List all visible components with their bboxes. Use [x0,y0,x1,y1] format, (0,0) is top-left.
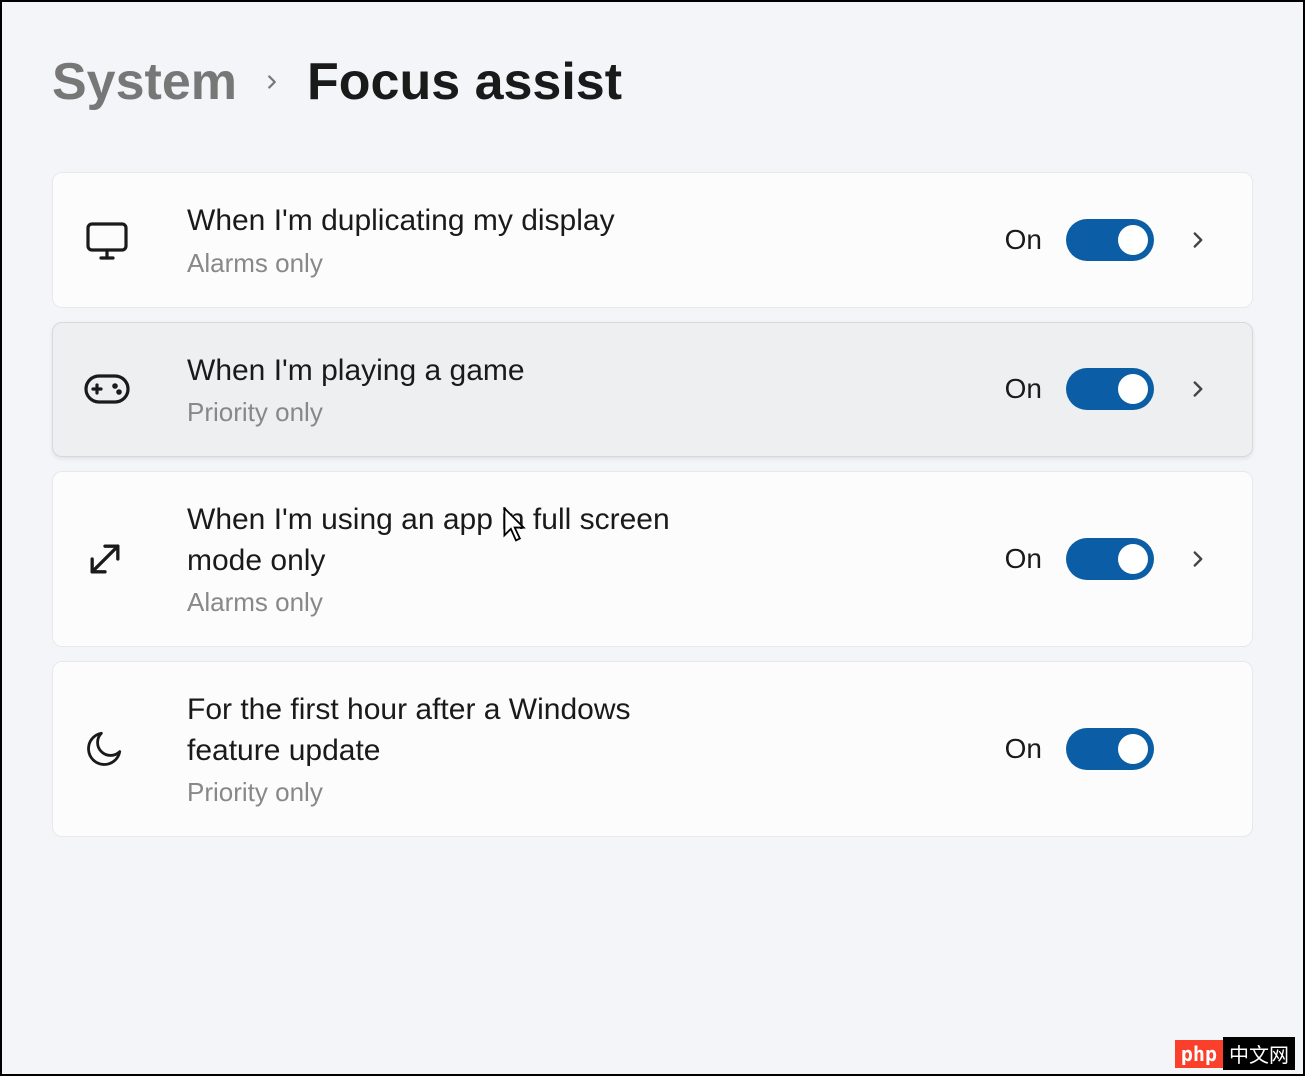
setting-subtitle: Priority only [187,777,985,808]
watermark-right: 中文网 [1223,1037,1295,1070]
setting-row-fullscreen-app[interactable]: When I'm using an app in full screen mod… [52,471,1253,647]
watermark: php 中文网 [1175,1037,1295,1070]
fullscreen-icon [83,537,139,581]
setting-subtitle: Priority only [187,397,985,428]
breadcrumb: System Focus assist [52,52,1253,112]
settings-list: When I'm duplicating my display Alarms o… [52,172,1253,837]
toggle-state-label: On [1005,733,1042,765]
expand-chevron-icon[interactable] [1178,227,1218,253]
setting-title: When I'm duplicating my display [187,201,707,242]
toggle-switch[interactable] [1066,538,1154,580]
toggle-switch[interactable] [1066,368,1154,410]
toggle-state-label: On [1005,373,1042,405]
setting-row-playing-game[interactable]: When I'm playing a game Priority only On [52,322,1253,458]
toggle-switch[interactable] [1066,219,1154,261]
gamepad-icon [83,371,139,407]
expand-chevron-icon[interactable] [1178,546,1218,572]
toggle-state-label: On [1005,543,1042,575]
setting-subtitle: Alarms only [187,248,985,279]
setting-title: For the first hour after a Windows featu… [187,690,707,771]
setting-subtitle: Alarms only [187,587,985,618]
watermark-left: php [1175,1040,1223,1068]
monitor-icon [83,216,139,264]
setting-row-after-update[interactable]: For the first hour after a Windows featu… [52,661,1253,837]
setting-title: When I'm playing a game [187,351,707,392]
breadcrumb-parent[interactable]: System [52,52,237,112]
moon-icon [83,728,139,770]
toggle-state-label: On [1005,224,1042,256]
setting-title: When I'm using an app in full screen mod… [187,500,707,581]
expand-chevron-icon[interactable] [1178,376,1218,402]
page-title: Focus assist [307,52,622,112]
chevron-right-icon [261,71,283,93]
setting-row-duplicating-display[interactable]: When I'm duplicating my display Alarms o… [52,172,1253,308]
toggle-switch[interactable] [1066,728,1154,770]
